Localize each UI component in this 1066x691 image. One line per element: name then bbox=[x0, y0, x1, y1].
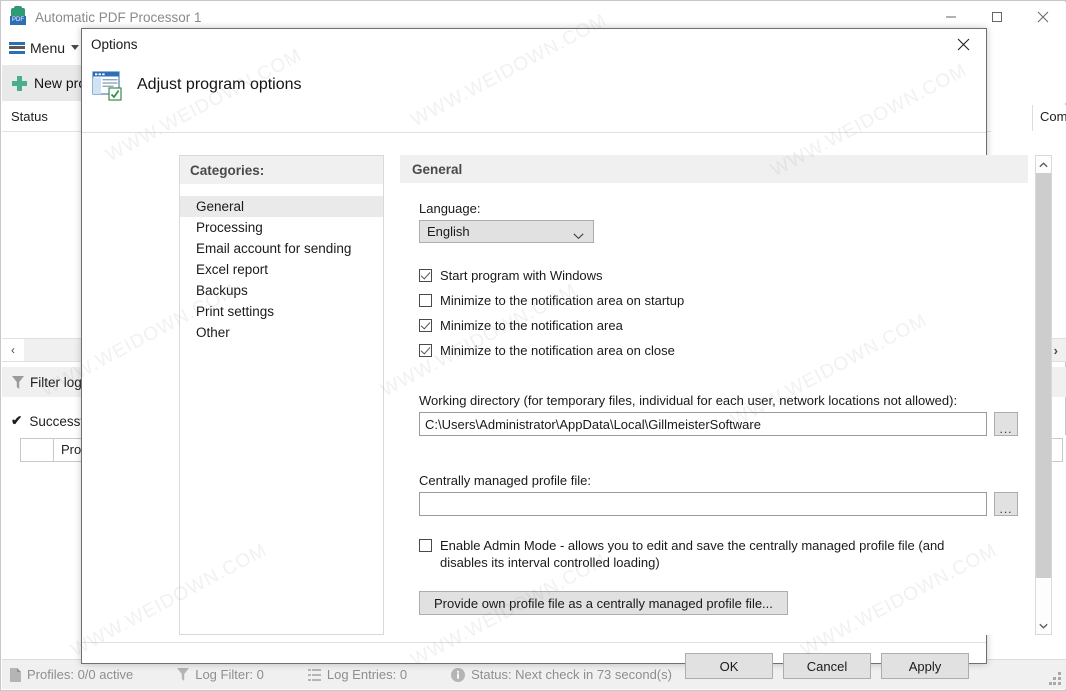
category-item-email-account[interactable]: Email account for sending bbox=[180, 238, 383, 259]
footer-divider bbox=[82, 642, 986, 643]
checkbox-row-admin-mode[interactable]: Enable Admin Mode - allows you to edit a… bbox=[419, 537, 979, 571]
collapse-left-icon[interactable]: ‹ bbox=[2, 339, 24, 361]
header-divider bbox=[82, 132, 986, 133]
app-title: Automatic PDF Processor 1 bbox=[35, 9, 202, 25]
categories-header: Categories: bbox=[180, 156, 383, 184]
statusbar-item-profiles: Profiles: 0/0 active bbox=[10, 667, 133, 682]
dialog-title: Options bbox=[91, 36, 138, 52]
checkbox-label-admin-mode: Enable Admin Mode - allows you to edit a… bbox=[440, 538, 945, 570]
checkbox-admin-mode[interactable] bbox=[419, 539, 432, 552]
check-icon: ✔ bbox=[11, 413, 23, 428]
statusbar-item-log-entries: Log Entries: 0 bbox=[307, 667, 408, 682]
language-label: Language: bbox=[419, 201, 481, 216]
chevron-down-icon bbox=[573, 228, 584, 243]
statusbar-item-status: Status: Next check in 73 second(s) bbox=[451, 667, 672, 682]
statusbar-label-log-filter: Log Filter: 0 bbox=[195, 667, 264, 682]
dialog-header: Adjust program options bbox=[82, 59, 986, 111]
hamburger-icon bbox=[9, 41, 25, 54]
checkbox-start-with-windows[interactable] bbox=[419, 269, 432, 282]
statusbar-label-profiles: Profiles: 0/0 active bbox=[27, 667, 134, 682]
profile-file-row: ... bbox=[419, 492, 1019, 516]
chevron-down-icon bbox=[71, 45, 80, 50]
profile-file-browse-button[interactable]: ... bbox=[994, 492, 1018, 516]
category-item-excel-report[interactable]: Excel report bbox=[180, 259, 383, 280]
working-directory-label: Working directory (for temporary files, … bbox=[419, 393, 958, 408]
checkbox-label-minimize-on-startup: Minimize to the notification area on sta… bbox=[440, 293, 685, 308]
checkbox-label-minimize-on-close: Minimize to the notification area on clo… bbox=[440, 343, 675, 358]
filter-icon bbox=[177, 668, 190, 681]
checkbox-row-minimize-on-startup[interactable]: Minimize to the notification area on sta… bbox=[419, 292, 1019, 309]
options-window-check-icon bbox=[92, 69, 124, 101]
checkbox-label-minimize-to-notification: Minimize to the notification area bbox=[440, 318, 623, 333]
checkbox-row-start-with-windows[interactable]: Start program with Windows bbox=[419, 267, 1019, 284]
list-icon bbox=[307, 668, 321, 681]
chevron-up-icon[interactable] bbox=[1036, 156, 1051, 173]
scrollbar-thumb[interactable] bbox=[1036, 173, 1051, 578]
profile-file-label: Centrally managed profile file: bbox=[419, 473, 591, 488]
provide-profile-file-button[interactable]: Provide own profile file as a centrally … bbox=[419, 591, 788, 615]
checkbox-row-minimize-to-notification[interactable]: Minimize to the notification area bbox=[419, 317, 1019, 334]
working-directory-input[interactable]: C:\Users\Administrator\AppData\Local\Gil… bbox=[419, 412, 987, 436]
checkbox-label-start-with-windows: Start program with Windows bbox=[440, 268, 603, 283]
plus-icon bbox=[12, 75, 27, 91]
menu-button[interactable]: Menu bbox=[2, 35, 86, 61]
working-directory-row: C:\Users\Administrator\AppData\Local\Gil… bbox=[419, 412, 1019, 436]
profile-file-input[interactable] bbox=[419, 492, 987, 516]
category-item-other[interactable]: Other bbox=[180, 322, 383, 343]
dialog-header-text: Adjust program options bbox=[137, 76, 302, 93]
profiles-icon bbox=[10, 667, 21, 682]
cancel-button[interactable]: Cancel bbox=[783, 653, 871, 679]
statusbar-label-log-entries: Log Entries: 0 bbox=[326, 667, 408, 682]
category-item-processing[interactable]: Processing bbox=[180, 217, 383, 238]
info-icon bbox=[451, 667, 466, 682]
filter-icon bbox=[12, 375, 24, 389]
filter-log-label: Filter log bbox=[30, 374, 82, 390]
category-item-general[interactable]: General bbox=[180, 196, 383, 217]
resize-grip[interactable] bbox=[1049, 672, 1062, 685]
close-icon[interactable] bbox=[1020, 2, 1066, 32]
dialog-buttons: OK Cancel Apply bbox=[675, 653, 969, 679]
statusbar-item-log-filter: Log Filter: 0 bbox=[177, 667, 264, 682]
options-dialog: Options Adjust program options Categorie… bbox=[81, 28, 1052, 679]
category-item-backups[interactable]: Backups bbox=[180, 280, 383, 301]
statusbar-label-status: Status: Next check in 73 second(s) bbox=[471, 667, 672, 682]
close-icon[interactable] bbox=[941, 29, 986, 59]
general-options-panel: General Language: English Start program … bbox=[400, 155, 1052, 635]
working-directory-browse-button[interactable]: ... bbox=[994, 412, 1018, 436]
language-selected-value: English bbox=[427, 224, 470, 239]
apply-button[interactable]: Apply bbox=[881, 653, 969, 679]
dialog-titlebar: Options bbox=[82, 29, 986, 59]
general-section-header: General bbox=[400, 155, 1028, 183]
checkbox-minimize-to-notification[interactable] bbox=[419, 319, 432, 332]
expand-right-icon[interactable]: › bbox=[1054, 339, 1058, 361]
ok-button[interactable]: OK bbox=[685, 653, 773, 679]
language-select[interactable]: English bbox=[419, 220, 594, 243]
categories-panel: Categories: General Processing Email acc… bbox=[179, 155, 384, 635]
pdf-badge-label: PDF bbox=[10, 16, 26, 25]
column-header-status[interactable]: Status bbox=[11, 109, 48, 124]
checkbox-row-minimize-on-close[interactable]: Minimize to the notification area on clo… bbox=[419, 342, 1019, 359]
menu-button-label: Menu bbox=[30, 39, 66, 56]
general-body: Language: English Start program with Win… bbox=[419, 201, 1019, 615]
chevron-down-icon[interactable] bbox=[1036, 617, 1051, 634]
category-item-print-settings[interactable]: Print settings bbox=[180, 301, 383, 322]
options-scrollbar[interactable] bbox=[1035, 155, 1052, 635]
checkbox-minimize-on-close[interactable] bbox=[419, 344, 432, 357]
pdf-gear-icon: PDF bbox=[9, 6, 27, 26]
checkbox-minimize-on-startup[interactable] bbox=[419, 294, 432, 307]
column-header-comment[interactable]: Com bbox=[1040, 109, 1066, 124]
categories-list: General Processing Email account for sen… bbox=[180, 184, 383, 343]
